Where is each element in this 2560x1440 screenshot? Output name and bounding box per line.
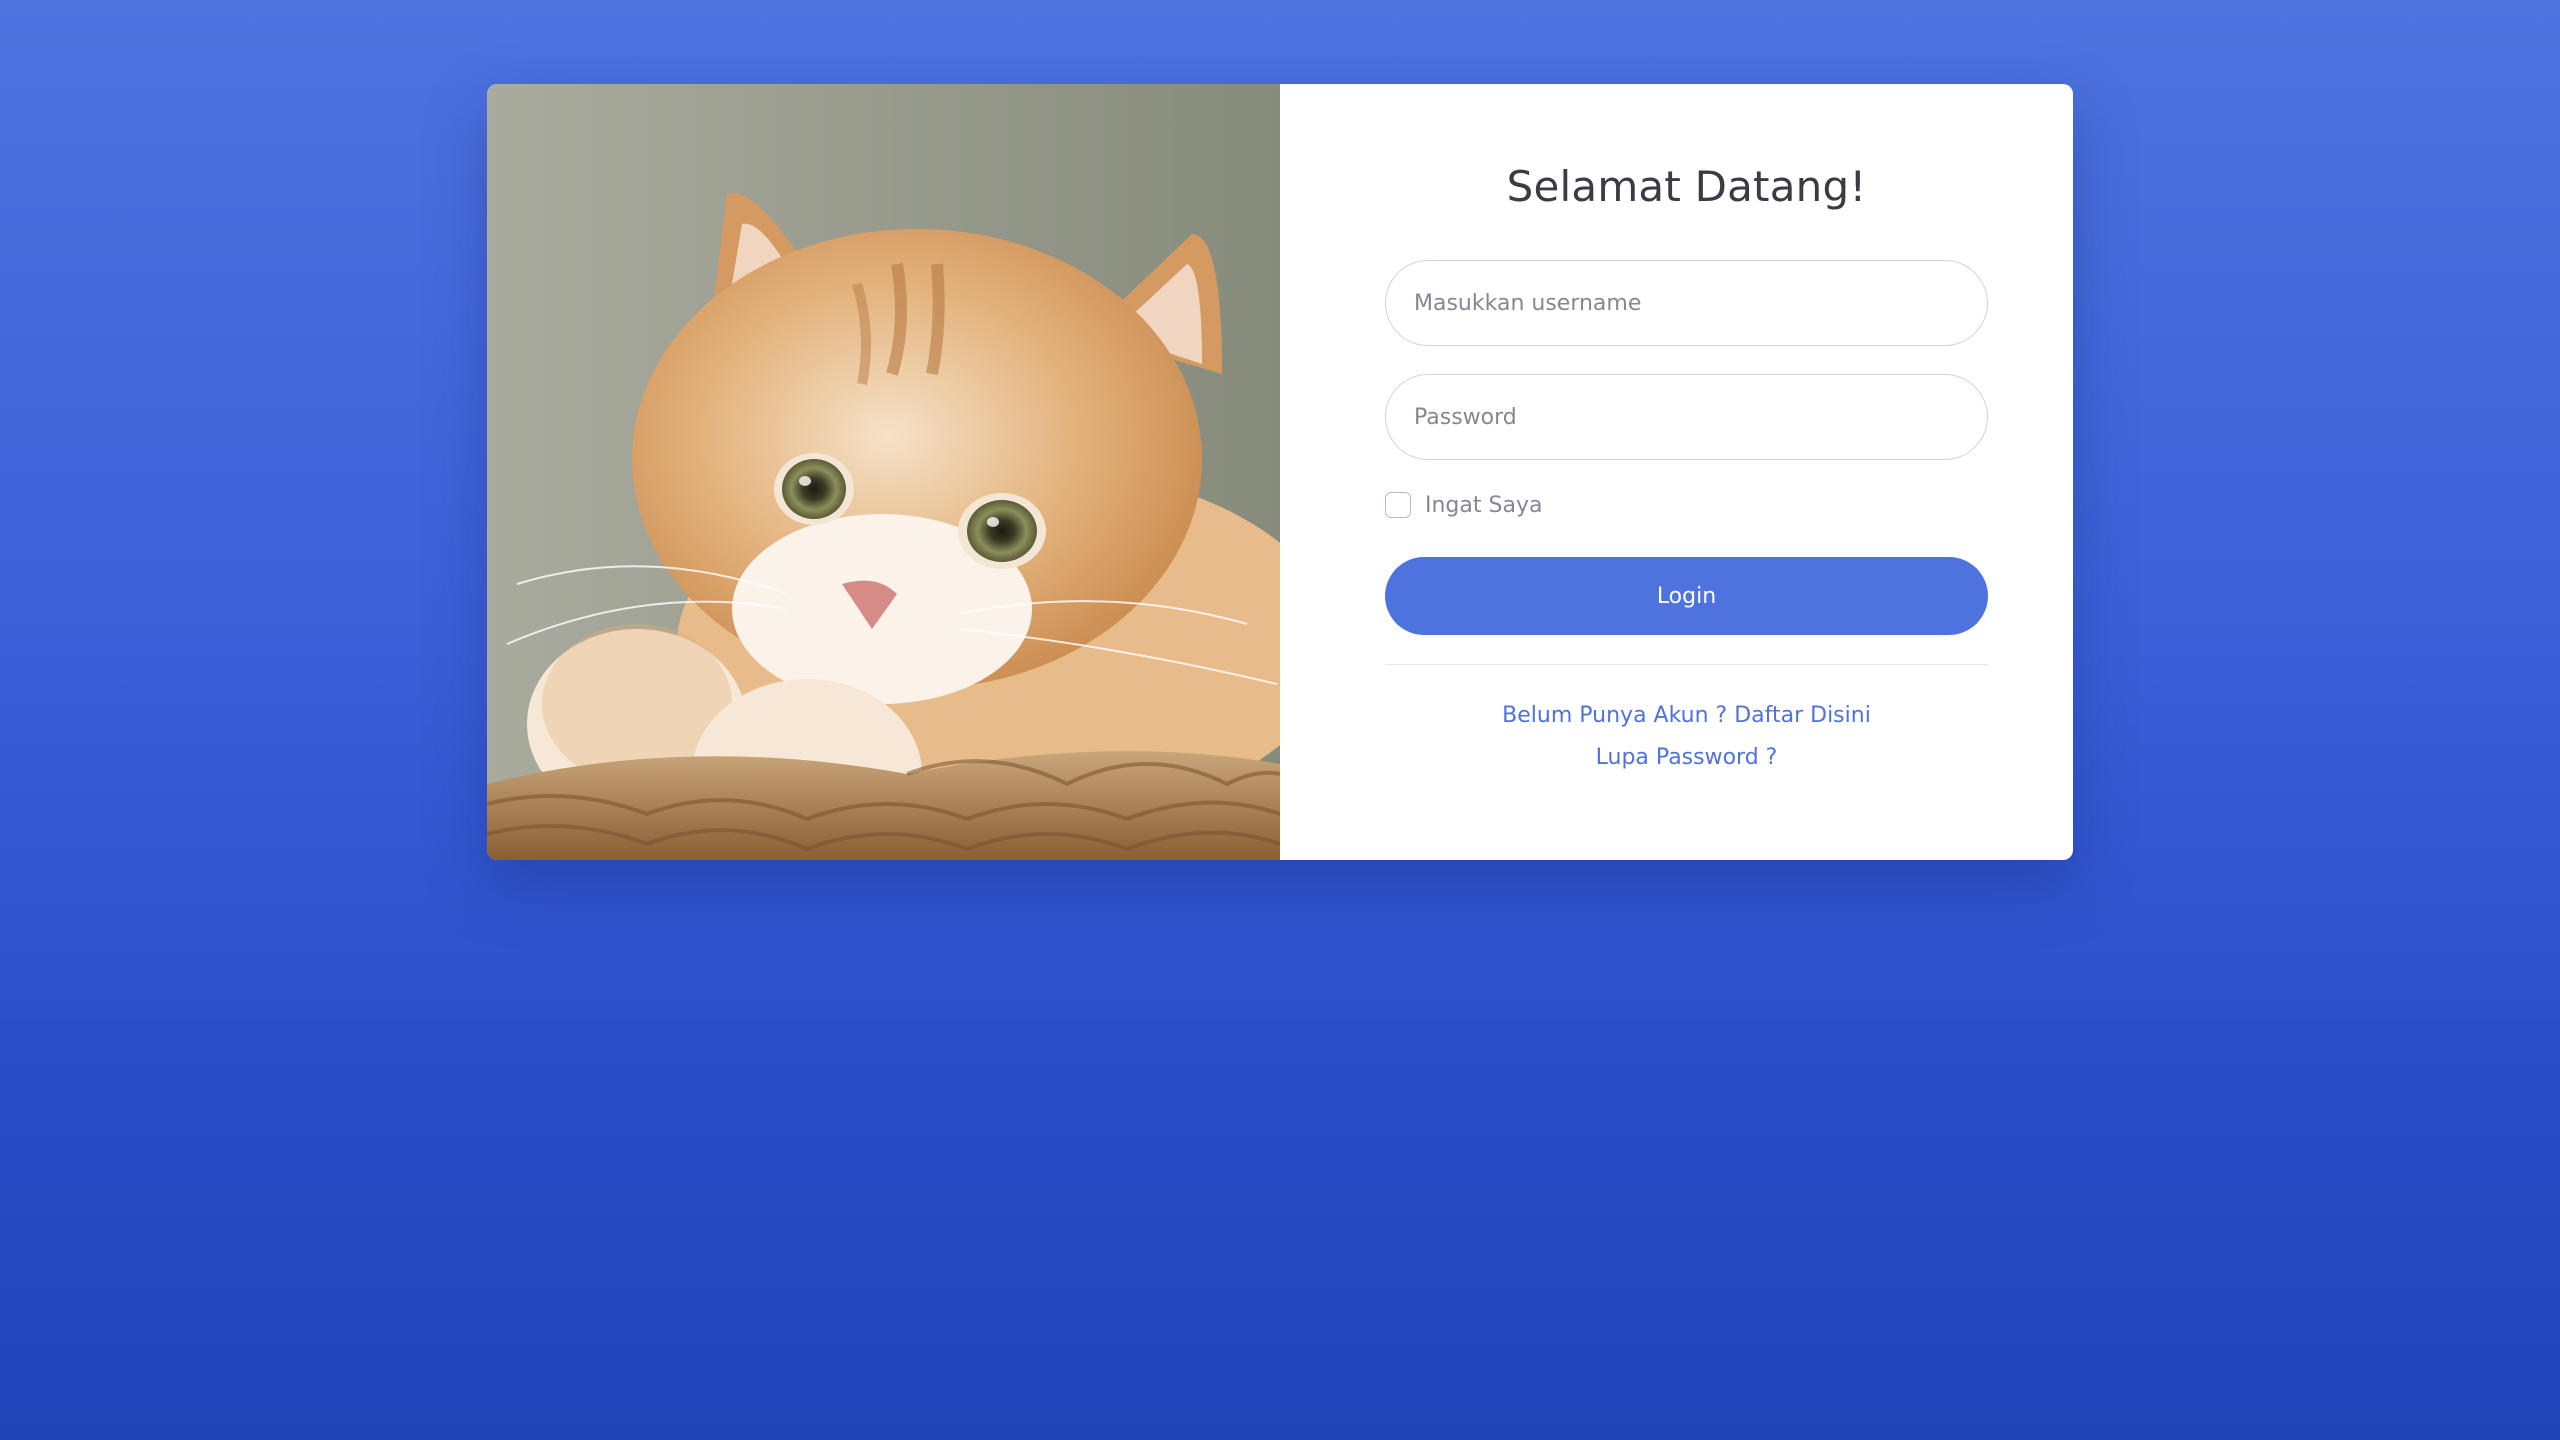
login-card: Selamat Datang! Ingat Saya Login Belum P… <box>487 84 2073 860</box>
cat-photo <box>487 84 1280 860</box>
login-form-panel: Selamat Datang! Ingat Saya Login Belum P… <box>1280 84 2073 860</box>
username-input[interactable] <box>1385 260 1988 346</box>
divider <box>1385 664 1988 665</box>
login-button[interactable]: Login <box>1385 557 1988 635</box>
remember-me-checkbox[interactable] <box>1385 492 1411 518</box>
forgot-password-link[interactable]: Lupa Password ? <box>1385 745 1988 770</box>
register-link[interactable]: Belum Punya Akun ? Daftar Disini <box>1385 703 1988 728</box>
cat-photo-illustration <box>487 84 1280 860</box>
welcome-title: Selamat Datang! <box>1506 162 1867 211</box>
password-input[interactable] <box>1385 374 1988 460</box>
remember-me-label: Ingat Saya <box>1425 492 1543 518</box>
remember-me[interactable]: Ingat Saya <box>1385 492 1542 518</box>
